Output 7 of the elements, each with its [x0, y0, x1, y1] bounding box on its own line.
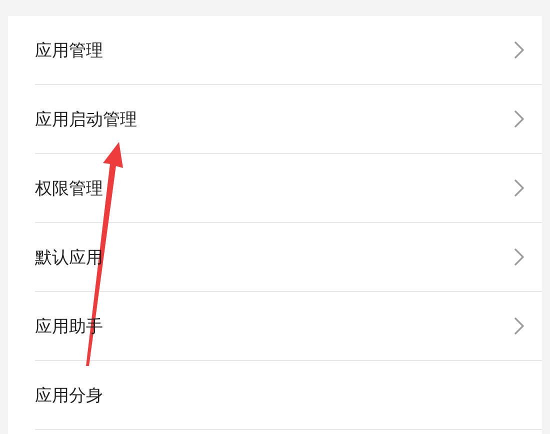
item-label: 应用管理 — [35, 40, 103, 62]
settings-item[interactable]: 应用管理 — [35, 16, 542, 85]
settings-item[interactable]: 应用分身 — [35, 361, 542, 430]
arrow-icon — [86, 142, 123, 366]
item-label: 应用分身 — [35, 384, 103, 406]
item-label: 应用启动管理 — [35, 108, 137, 130]
item-label: 权限管理 — [35, 178, 103, 200]
